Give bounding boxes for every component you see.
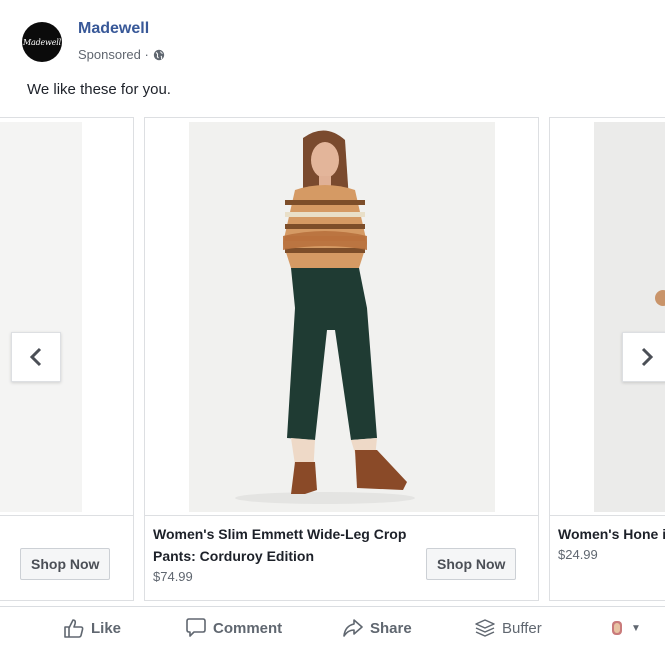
comment-button[interactable]: Comment xyxy=(185,607,282,649)
page-name-link[interactable]: Madewell xyxy=(78,20,149,38)
chevron-left-icon xyxy=(29,347,42,367)
carousel-next-button[interactable] xyxy=(622,332,665,382)
carousel-card[interactable]: Women's Slim Emmett Wide-Leg Crop Pants:… xyxy=(144,117,539,601)
reaction-selector[interactable]: ▼ xyxy=(609,607,641,649)
shop-now-button[interactable]: Shop Now xyxy=(20,548,111,580)
shop-now-button[interactable]: Shop Now xyxy=(426,548,517,580)
comment-label: Comment xyxy=(213,619,283,637)
card-divider xyxy=(550,515,665,516)
like-button[interactable]: Like xyxy=(63,607,121,649)
product-image[interactable] xyxy=(0,118,133,513)
buffer-button[interactable]: Buffer xyxy=(474,607,542,649)
share-icon xyxy=(343,619,363,637)
product-carousel: Shop Now Women's Slim Emmett Wide-Leg Cr… xyxy=(0,117,665,603)
product-price: $74.99 xyxy=(153,569,193,584)
share-label: Share xyxy=(370,619,412,637)
like-label: Like xyxy=(91,619,122,637)
caret-down-icon: ▼ xyxy=(631,622,641,634)
product-photo-background xyxy=(0,122,82,512)
product-info: Women's Slim Emmett Wide-Leg Crop Pants:… xyxy=(153,523,423,584)
carousel-prev-button[interactable] xyxy=(11,332,61,382)
card-divider xyxy=(0,515,133,516)
sponsored-label: Sponsored · xyxy=(78,47,165,62)
product-info: Women's Hone in Kasson Stri $24.99 xyxy=(558,523,665,562)
thumbs-up-icon xyxy=(64,619,84,638)
product-price: $24.99 xyxy=(558,547,598,562)
buffer-icon xyxy=(475,619,495,637)
product-image[interactable] xyxy=(145,118,538,513)
model-figure xyxy=(235,130,415,504)
avatar[interactable]: Madewell xyxy=(22,22,62,62)
product-detail xyxy=(655,290,665,306)
product-title[interactable]: Women's Hone in Kasson Stri xyxy=(558,523,665,545)
product-image[interactable] xyxy=(550,118,665,513)
post-actions-bar: Like Comment Share Buffer ▼ xyxy=(0,606,665,650)
product-title[interactable]: Women's Slim Emmett Wide-Leg Crop Pants:… xyxy=(153,523,423,567)
comment-icon xyxy=(186,618,206,637)
post-header: Madewell Madewell Sponsored · xyxy=(22,18,622,64)
sponsored-text: Sponsored · xyxy=(78,47,149,62)
chevron-right-icon xyxy=(641,347,654,367)
post-text: We like these for you. xyxy=(27,81,171,98)
reaction-icon xyxy=(612,621,622,635)
share-button[interactable]: Share xyxy=(342,607,412,649)
buffer-label: Buffer xyxy=(502,619,542,637)
card-divider xyxy=(145,515,538,516)
globe-icon xyxy=(153,49,165,60)
